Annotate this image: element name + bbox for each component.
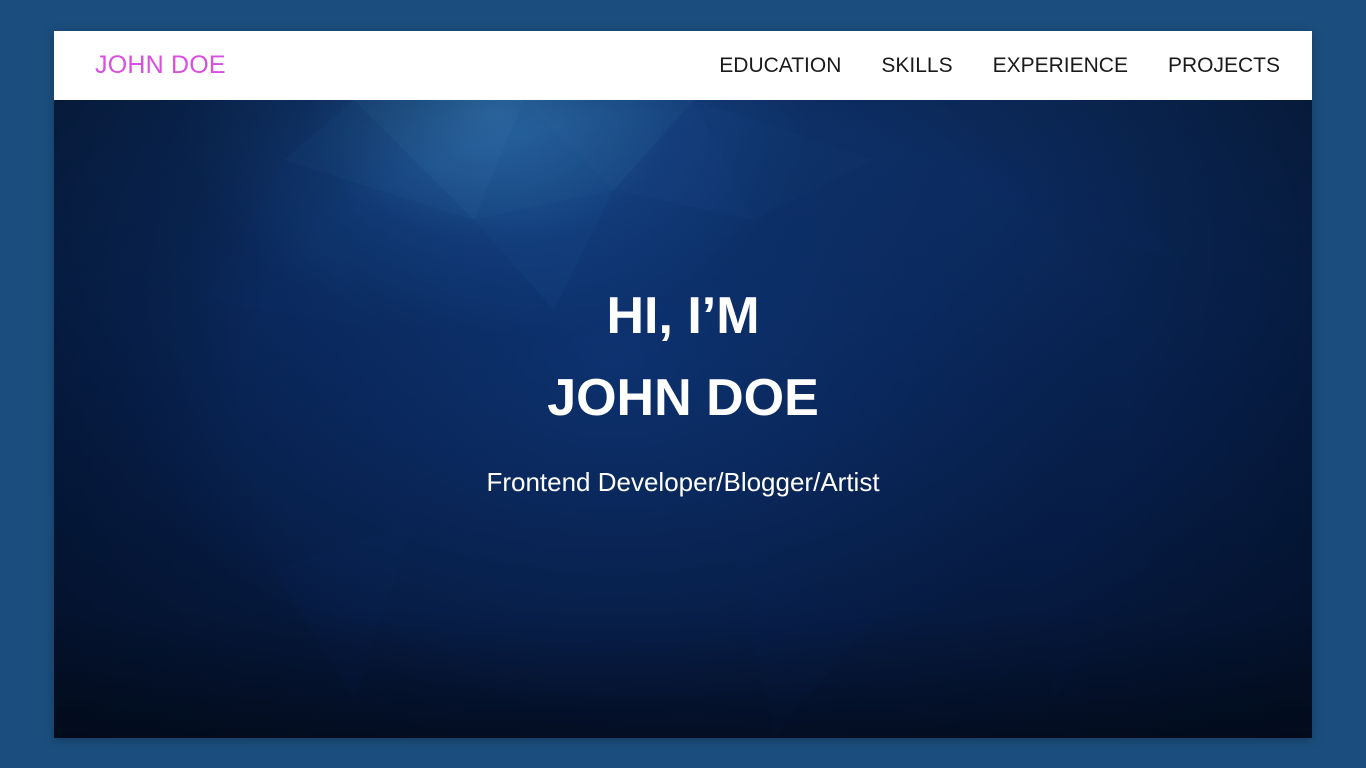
hero-tagline: Frontend Developer/Blogger/Artist [486, 467, 880, 497]
browser-viewport: JOHN DOE EDUCATION SKILLS EXPERIENCE PRO… [54, 31, 1312, 738]
nav-links: EDUCATION SKILLS EXPERIENCE PROJECTS [719, 54, 1280, 78]
nav-link-education[interactable]: EDUCATION [719, 54, 841, 78]
nav-link-skills[interactable]: SKILLS [881, 54, 952, 78]
hero-name: JOHN DOE [547, 369, 819, 427]
nav-link-projects[interactable]: PROJECTS [1168, 54, 1280, 78]
nav-link-experience[interactable]: EXPERIENCE [993, 54, 1128, 78]
top-navbar: JOHN DOE EDUCATION SKILLS EXPERIENCE PRO… [54, 31, 1312, 100]
brand-logo-link[interactable]: JOHN DOE [95, 51, 226, 80]
hero-section: HI, I’M JOHN DOE Frontend Developer/Blog… [54, 100, 1312, 738]
hero-greeting: HI, I’M [606, 287, 760, 345]
hero-content: HI, I’M JOHN DOE Frontend Developer/Blog… [54, 100, 1312, 738]
